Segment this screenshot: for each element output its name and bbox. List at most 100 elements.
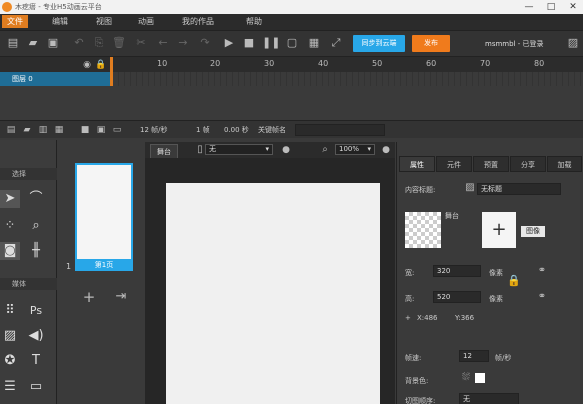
blank-keyframe-icon[interactable]: ▣ xyxy=(94,123,108,137)
forward-icon[interactable]: → xyxy=(176,36,190,50)
search-icon[interactable]: ⌕ xyxy=(318,143,332,157)
add-image-button[interactable]: + xyxy=(482,212,516,248)
link-icon[interactable]: ⚭ xyxy=(535,264,549,278)
minimize-button[interactable]: — xyxy=(520,0,538,14)
lock-icon[interactable]: 🔒 xyxy=(94,58,108,72)
ruler-tick: 20 xyxy=(210,59,221,68)
height-label: 高: xyxy=(405,295,415,303)
menu-animation[interactable]: 动画 xyxy=(138,16,154,27)
delete-layer-icon[interactable]: ▥ xyxy=(36,123,50,137)
bg-color-swatch[interactable] xyxy=(475,373,485,383)
tab-presets[interactable]: 预置 xyxy=(473,156,509,172)
sync-cloud-button[interactable]: 同步到云端 xyxy=(353,35,405,52)
preview-icon[interactable]: ▢ xyxy=(285,36,299,50)
device-select-value: 无 xyxy=(209,145,216,153)
image-icon[interactable]: ▨ xyxy=(0,327,20,345)
keyframe-name-input[interactable] xyxy=(295,124,385,136)
playhead[interactable] xyxy=(110,57,113,86)
chevron-down-icon: ▾ xyxy=(265,145,269,153)
stage-background-preview[interactable] xyxy=(405,212,441,248)
new-file-icon[interactable]: ▤ xyxy=(6,36,20,50)
text-tool-icon[interactable]: T xyxy=(26,352,46,370)
page-thumbnail[interactable] xyxy=(75,163,133,261)
help-icon[interactable]: ● xyxy=(379,143,393,157)
menu-edit[interactable]: 编辑 xyxy=(52,16,68,27)
zoom-select-value: 100% xyxy=(339,145,360,153)
tool-section-label: 媒体 xyxy=(12,280,26,288)
play-icon[interactable]: ▶ xyxy=(222,36,236,50)
page-number: 1 xyxy=(66,262,72,271)
import-page-icon[interactable]: ⇥ xyxy=(114,290,128,304)
ruler-tick: 40 xyxy=(318,59,329,68)
keyframe-icon[interactable]: ■ xyxy=(78,123,92,137)
frame-tool-icon[interactable]: ▭ xyxy=(26,378,46,396)
shape-tool-icon[interactable]: ◙ xyxy=(0,242,20,260)
lock-ratio-icon[interactable]: 🔒 xyxy=(507,274,521,288)
pause-icon[interactable]: ❚❚ xyxy=(262,36,280,50)
delete-icon[interactable]: 🗑 xyxy=(112,36,126,50)
zoom-select[interactable]: 100% ▾ xyxy=(335,144,375,155)
eye-icon[interactable]: ◉ xyxy=(80,58,94,72)
page-label: 第1页 xyxy=(75,259,133,271)
help-icon[interactable]: ● xyxy=(279,143,293,157)
loop-select[interactable]: 无 xyxy=(459,393,519,404)
fps-readout: 12 帧/秒 xyxy=(140,126,168,134)
tab-properties[interactable]: 属性 xyxy=(399,156,435,172)
open-folder-icon[interactable]: ▰ xyxy=(26,36,40,50)
device-select[interactable]: 无 ▾ xyxy=(205,144,273,155)
close-button[interactable]: ✕ xyxy=(564,0,582,14)
list-icon[interactable]: ☰ xyxy=(0,378,20,396)
transform-tool-icon[interactable]: ⌒ xyxy=(26,190,46,208)
stage-canvas[interactable] xyxy=(166,183,380,404)
user-status[interactable]: msmmbl - 已登录 xyxy=(485,39,543,49)
layer-option-icon[interactable]: ▦ xyxy=(52,123,66,137)
width-input[interactable]: 320 xyxy=(433,265,481,277)
share-icon[interactable]: ⤢ xyxy=(329,36,343,50)
select-tool-icon[interactable]: ➤ xyxy=(0,190,20,208)
menu-file[interactable]: 文件 xyxy=(2,15,28,28)
redo-icon[interactable]: ↷ xyxy=(198,36,212,50)
back-icon[interactable]: ← xyxy=(156,36,170,50)
copy-icon[interactable]: ⎘ xyxy=(92,36,106,50)
content-title-input[interactable]: 无标题 xyxy=(477,183,561,195)
add-layer-icon[interactable]: ▤ xyxy=(4,123,18,137)
menu-my-works[interactable]: 我的作品 xyxy=(182,16,214,27)
paint-bucket-icon[interactable]: ⛆ xyxy=(459,371,473,385)
tab-stage[interactable]: 舞台 xyxy=(150,144,178,158)
line-tool-icon[interactable]: ╫ xyxy=(26,242,46,260)
tab-loading[interactable]: 加载 xyxy=(547,156,582,172)
qrcode-icon[interactable]: ▦ xyxy=(307,36,321,50)
photoshop-icon[interactable]: Ps xyxy=(26,302,46,320)
menu-view[interactable]: 视图 xyxy=(96,16,112,27)
video-icon[interactable]: ✪ xyxy=(0,352,20,370)
maximize-button[interactable]: □ xyxy=(542,0,560,14)
ruler-tick: 10 xyxy=(157,59,168,68)
tab-symbols[interactable]: 元件 xyxy=(436,156,472,172)
plus-icon: + xyxy=(405,314,411,322)
layer-folder-icon[interactable]: ▰ xyxy=(20,123,34,137)
frame-icon[interactable]: ▭ xyxy=(110,123,124,137)
tool-panel: 选择 ➤ ⌒ ⁘ ⌕ ◙ ╫ 媒体 ⠿ Ps ▨ ◀) ✪ T ☰ ▭ xyxy=(0,140,57,404)
timeline-footer: ▤ ▰ ▥ ▦ ■ ▣ ▭ 12 帧/秒 1 帧 0.00 秒 关键帧名 xyxy=(0,120,583,138)
fps-input[interactable]: 12 xyxy=(459,350,489,362)
save-icon[interactable]: ▣ xyxy=(46,36,60,50)
timeline-ruler: ◉ 🔒 10 20 30 40 50 60 70 80 xyxy=(0,57,583,72)
menu-help[interactable]: 帮助 xyxy=(246,16,262,27)
cut-icon[interactable]: ✂ xyxy=(134,36,148,50)
grid-media-icon[interactable]: ⠿ xyxy=(0,302,20,320)
zoom-tool-icon[interactable]: ⌕ xyxy=(26,217,46,235)
link-icon[interactable]: ⚭ xyxy=(535,290,549,304)
add-page-icon[interactable]: + xyxy=(82,290,96,305)
undo-icon[interactable]: ↶ xyxy=(72,36,86,50)
settings-icon[interactable]: ▨ xyxy=(566,36,580,50)
grid-tool-icon[interactable]: ⁘ xyxy=(0,217,20,235)
publish-button[interactable]: 发布 xyxy=(412,35,450,52)
layer-item[interactable]: 图层 0 xyxy=(0,72,110,86)
stop-icon[interactable]: ■ xyxy=(242,36,256,50)
frame-strip[interactable] xyxy=(113,72,583,86)
height-input[interactable]: 520 xyxy=(433,291,481,303)
tab-share[interactable]: 分享 xyxy=(510,156,546,172)
bg-color-label: 背景色: xyxy=(405,377,429,385)
properties-panel: 属性 元件 预置 分享 加载 内容标题: ▨ 无标题 舞台 + 图像 宽: 32… xyxy=(396,142,583,404)
audio-icon[interactable]: ◀) xyxy=(26,327,46,345)
